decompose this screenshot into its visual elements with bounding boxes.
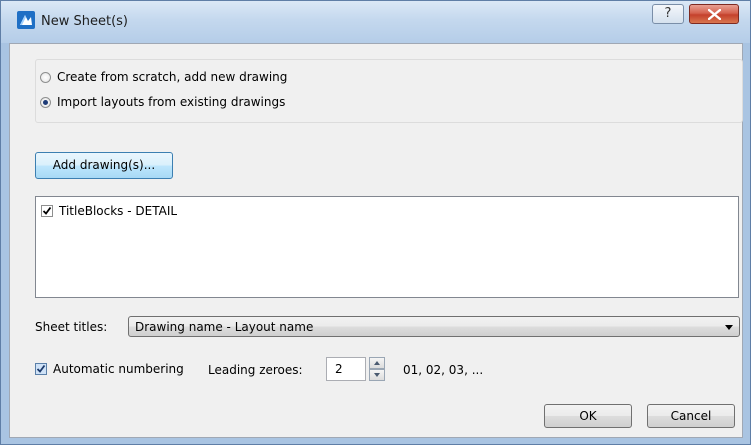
source-option-group: Create from scratch, add new drawing Imp…: [35, 59, 743, 123]
dialog-title: New Sheet(s): [41, 14, 128, 29]
automatic-numbering-option[interactable]: Automatic numbering: [35, 362, 184, 376]
close-button[interactable]: [689, 4, 739, 24]
dialog-content: Create from scratch, add new drawing Imp…: [9, 43, 743, 438]
help-button[interactable]: ?: [652, 4, 684, 24]
bricscad-logo-icon: [17, 11, 35, 29]
checkmark-icon: [42, 206, 52, 215]
list-item[interactable]: TitleBlocks - DETAIL: [41, 204, 177, 218]
sheet-titles-dropdown[interactable]: Drawing name - Layout name: [128, 316, 740, 337]
leading-zeroes-value: 2: [335, 362, 343, 376]
chevron-down-icon: [725, 325, 733, 330]
drawings-list[interactable]: TitleBlocks - DETAIL: [35, 196, 739, 298]
new-sheets-dialog: New Sheet(s) ? Create from scratch, add …: [0, 0, 751, 445]
drawing-checkbox[interactable]: [41, 205, 53, 217]
import-layouts-option[interactable]: Import layouts from existing drawings: [40, 95, 285, 109]
create-from-scratch-option[interactable]: Create from scratch, add new drawing: [40, 70, 287, 84]
drawing-label: TitleBlocks - DETAIL: [59, 204, 178, 218]
ok-button[interactable]: OK: [544, 404, 632, 428]
title-bar[interactable]: New Sheet(s) ?: [1, 1, 750, 43]
close-icon: [708, 9, 721, 20]
leading-zeroes-stepper[interactable]: [369, 357, 385, 381]
create-from-scratch-label: Create from scratch, add new drawing: [57, 70, 288, 84]
arrow-down-icon: [374, 373, 380, 377]
sheet-titles-label: Sheet titles:: [35, 320, 108, 334]
increment-button[interactable]: [369, 357, 385, 369]
import-layouts-radio[interactable]: [40, 96, 51, 108]
import-layouts-label: Import layouts from existing drawings: [57, 95, 286, 109]
add-drawings-button[interactable]: Add drawing(s)...: [35, 152, 173, 179]
numbering-preview: 01, 02, 03, ...: [403, 363, 484, 377]
leading-zeroes-input[interactable]: 2: [326, 357, 366, 381]
decrement-button[interactable]: [369, 369, 385, 381]
create-from-scratch-radio[interactable]: [40, 71, 51, 83]
automatic-numbering-checkbox[interactable]: [35, 363, 47, 375]
leading-zeroes-label: Leading zeroes:: [208, 363, 303, 377]
cancel-button[interactable]: Cancel: [647, 404, 735, 428]
checkmark-icon: [36, 364, 46, 373]
automatic-numbering-label: Automatic numbering: [53, 362, 184, 376]
arrow-up-icon: [374, 361, 380, 365]
sheet-titles-selected: Drawing name - Layout name: [135, 320, 314, 334]
help-icon: ?: [664, 6, 672, 21]
